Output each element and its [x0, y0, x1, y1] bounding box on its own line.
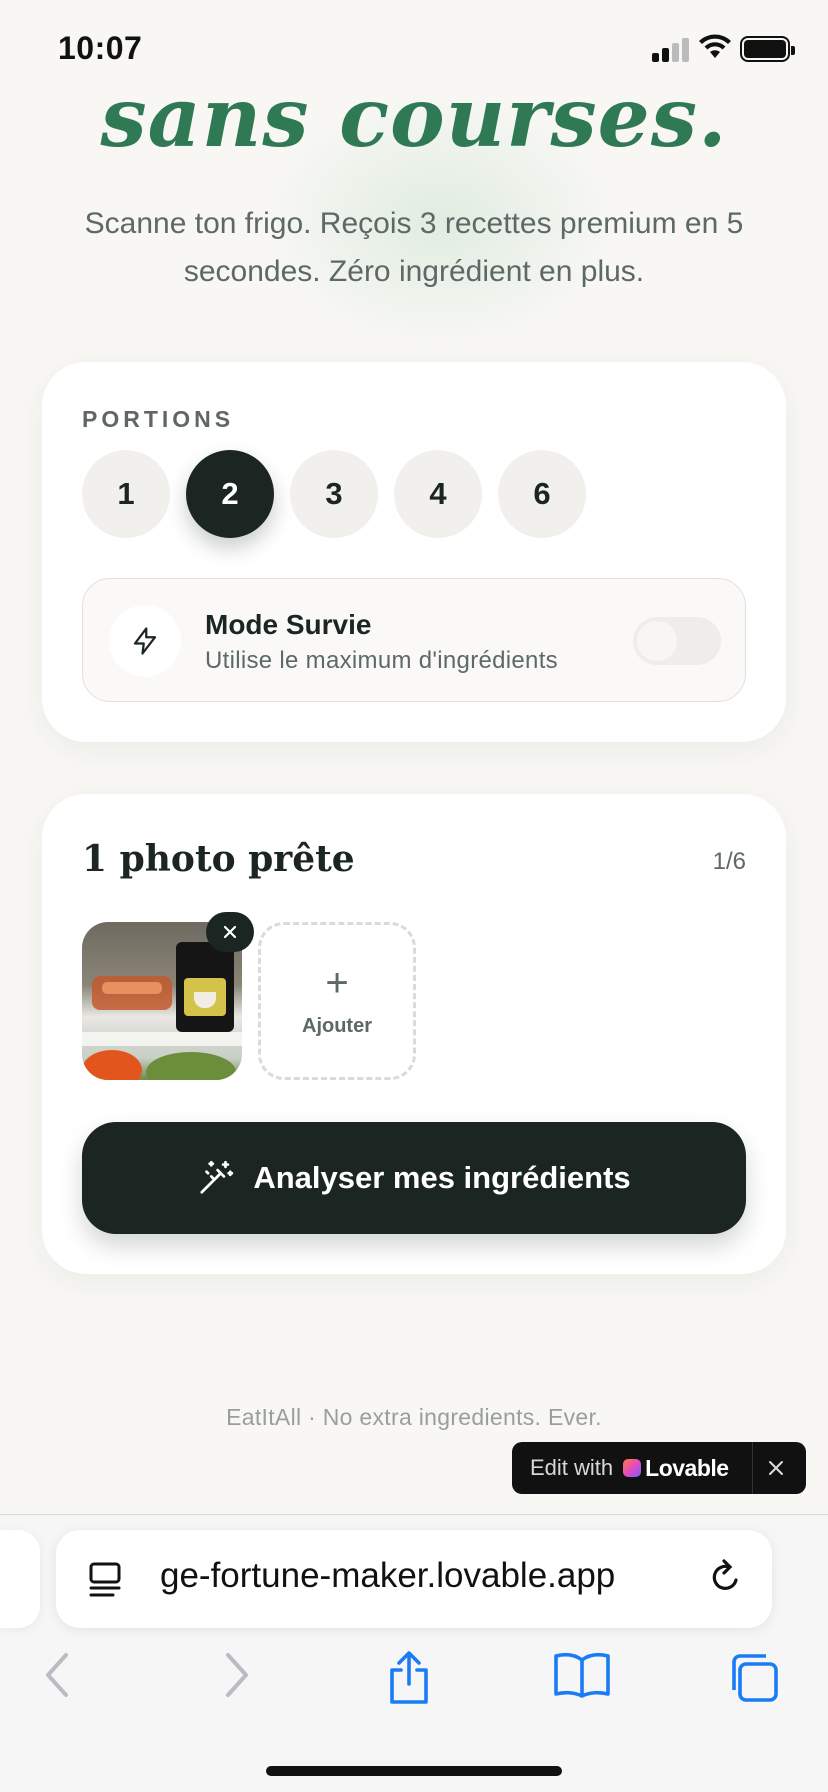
mode-survie-row[interactable]: Mode Survie Utilise le maximum d'ingrédi…: [82, 578, 746, 702]
hero-headline: sans courses.: [100, 70, 728, 166]
portion-option-6[interactable]: 6: [498, 450, 586, 538]
add-photo-label: Ajouter: [302, 1015, 372, 1037]
add-photo-button[interactable]: + Ajouter: [258, 922, 416, 1080]
analyse-button[interactable]: Analyser mes ingrédients: [82, 1122, 746, 1234]
back-icon[interactable]: [38, 1650, 78, 1700]
photos-card: 1 photo prête 1/6 + Ajouter Analyser mes…: [42, 794, 786, 1274]
home-indicator: [266, 1766, 562, 1776]
magic-wand-icon: [200, 1160, 234, 1194]
lovable-logo-icon: [623, 1459, 642, 1477]
toggle-knob: [637, 621, 677, 661]
portion-option-3[interactable]: 3: [290, 450, 378, 538]
portion-option-2[interactable]: 2: [186, 450, 274, 538]
battery-icon: [740, 36, 795, 62]
lightning-bolt-icon: [109, 605, 181, 677]
reload-icon[interactable]: [706, 1558, 746, 1598]
tabs-icon[interactable]: [726, 1650, 782, 1706]
plus-icon: +: [325, 961, 349, 1005]
lovable-badge[interactable]: Edit with Lovable: [512, 1442, 806, 1494]
mode-survie-description: Utilise le maximum d'ingrédients: [205, 647, 558, 674]
portions-label: PORTIONS: [82, 406, 235, 432]
footer-tagline: EatItAll · No extra ingredients. Ever.: [226, 1404, 602, 1430]
status-time: 10:07: [58, 30, 143, 66]
previous-tab-peek[interactable]: [0, 1530, 40, 1628]
share-icon[interactable]: [384, 1650, 434, 1706]
address-bar[interactable]: ge-fortune-maker.lovable.app: [56, 1530, 772, 1628]
wifi-icon: [699, 34, 731, 58]
photos-title: 1 photo prête: [82, 838, 355, 880]
page-menu-icon[interactable]: [86, 1560, 126, 1600]
hero-subtitle: Scanne ton frigo. Reçois 3 recettes prem…: [84, 207, 744, 288]
close-badge-icon[interactable]: [762, 1454, 790, 1482]
url-text[interactable]: ge-fortune-maker.lovable.app: [160, 1556, 740, 1596]
lovable-brand: Lovable: [645, 1454, 729, 1481]
forward-icon[interactable]: [216, 1650, 256, 1700]
mode-survie-title: Mode Survie: [205, 609, 372, 640]
portion-option-4[interactable]: 4: [394, 450, 482, 538]
photos-count: 1/6: [712, 848, 746, 875]
bookmarks-icon[interactable]: [552, 1650, 612, 1700]
lovable-edit-label: Edit with: [530, 1455, 614, 1480]
mode-survie-toggle[interactable]: [633, 617, 721, 665]
settings-card: PORTIONS 1 2 3 4 6 Mode Survie Utilise l…: [42, 362, 786, 742]
close-icon: [223, 925, 237, 939]
remove-photo-button[interactable]: [206, 912, 254, 952]
analyse-button-label: Analyser mes ingrédients: [253, 1160, 631, 1195]
portion-option-1[interactable]: 1: [82, 450, 170, 538]
cellular-signal-icon: [652, 38, 692, 62]
portions-selector: 1 2 3 4 6: [82, 450, 586, 538]
